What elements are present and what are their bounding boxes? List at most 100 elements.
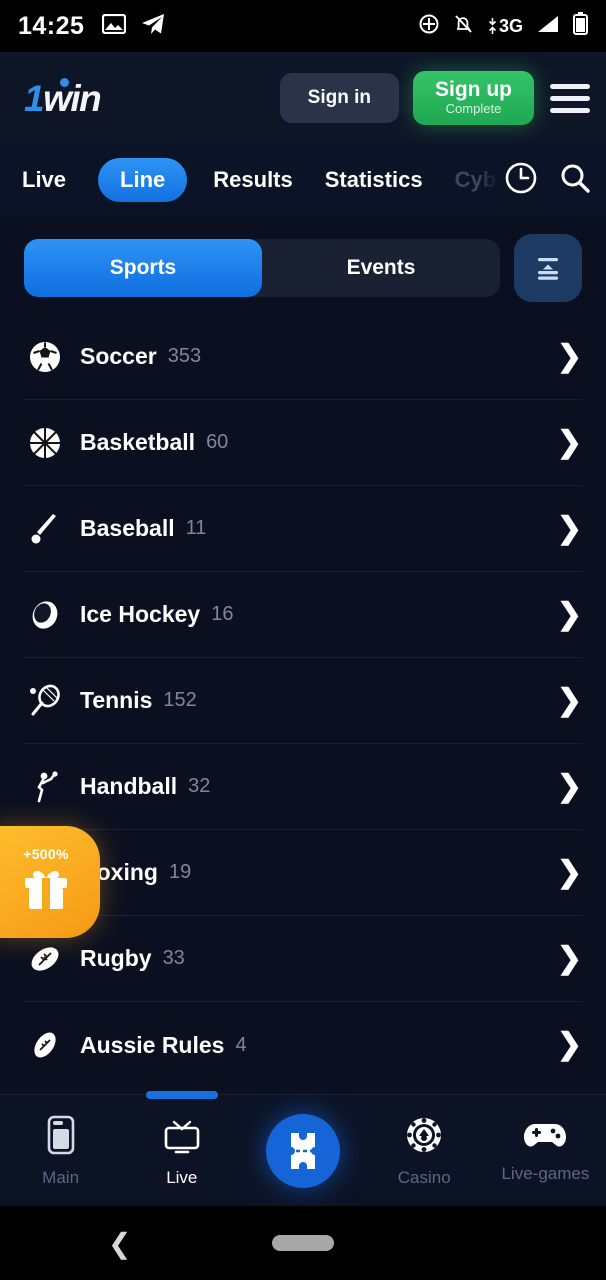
sport-count: 11 (185, 517, 207, 539)
sport-name: Tennis (80, 687, 153, 713)
gift-box-icon (19, 864, 73, 919)
chevron-right-icon[interactable]: ❯ (557, 943, 582, 974)
sign-up-button[interactable]: Sign up Complete (413, 70, 534, 126)
sports-events-segment: Sports Events (24, 239, 500, 297)
network-type-label: 3G (498, 15, 523, 36)
tab-line[interactable]: Line (98, 158, 188, 202)
bottom-navigation: Main Live Casino Live-games (0, 1091, 606, 1206)
hamburger-menu-icon[interactable] (550, 83, 590, 113)
status-bar: 14:25 3G (0, 0, 606, 52)
chevron-right-icon[interactable]: ❯ (557, 427, 582, 458)
status-bar-clock: 14:25 (18, 11, 85, 40)
sport-name: Basketball (80, 429, 196, 455)
image-icon (102, 13, 127, 39)
android-system-nav: ❮ (0, 1206, 606, 1280)
app-header: 1 win Sign in Sign up Complete (0, 52, 606, 144)
sport-count: 4 (235, 1033, 247, 1056)
bottom-nav-label: Live-games (501, 1163, 590, 1183)
sport-row-handball[interactable]: Handball 32 ❯ (24, 744, 582, 830)
chevron-right-icon[interactable]: ❯ (557, 1030, 582, 1060)
bottom-nav-label: Main (42, 1167, 80, 1187)
hamburger-line (550, 83, 590, 89)
tv-icon (160, 1114, 204, 1161)
bonus-promo-button[interactable]: +500% (0, 826, 100, 938)
location-target-icon (418, 13, 440, 40)
sport-name: Soccer (80, 343, 157, 369)
chevron-right-icon[interactable]: ❯ (557, 513, 582, 544)
sports-list: Soccer 353 ❯ Basketball 60 ❯ Baseball 11… (0, 314, 606, 1088)
sport-row-rugby[interactable]: Rugby 33 ❯ (24, 916, 582, 1002)
sport-count: 19 (168, 861, 192, 883)
rugby-ball-icon (24, 938, 66, 980)
sport-count: 152 (163, 689, 197, 711)
sport-count: 32 (188, 775, 211, 797)
sport-name: Aussie Rules (80, 1031, 225, 1058)
sport-name: Rugby (80, 945, 152, 971)
handball-player-icon (24, 766, 66, 808)
aussie-rules-ball-icon (24, 1024, 66, 1066)
soccer-ball-icon (24, 336, 66, 378)
chevron-right-icon[interactable]: ❯ (557, 341, 582, 372)
poker-chip-icon (403, 1114, 445, 1161)
sport-row-boxing[interactable]: Boxing 19 ❯ (24, 830, 582, 916)
bottom-nav-live-games[interactable]: Live-games (485, 1118, 606, 1184)
brand-logo[interactable]: 1 win (16, 77, 102, 119)
chevron-right-icon[interactable]: ❯ (557, 771, 582, 802)
sport-name: Handball (80, 773, 178, 799)
tab-statistics[interactable]: Statistics (325, 167, 423, 193)
clock-icon[interactable] (504, 161, 538, 200)
logo-win: win (43, 77, 102, 119)
gamepad-icon (522, 1118, 568, 1157)
network-type-indicator: 3G (487, 16, 523, 37)
sport-name: Ice Hockey (80, 601, 201, 627)
hamburger-line (550, 95, 590, 101)
sport-name: Baseball (80, 515, 175, 541)
back-chevron-icon[interactable]: ❮ (108, 1227, 131, 1260)
app-screen: 14:25 3G 1 win Sign in Sign up Complete … (0, 0, 606, 1280)
logo-one: 1 (24, 77, 45, 119)
signal-bars-icon (536, 14, 560, 39)
sport-row-baseball[interactable]: Baseball 11 ❯ (24, 486, 582, 572)
sport-row-basketball[interactable]: Basketball 60 ❯ (24, 400, 582, 486)
bottom-nav-main[interactable]: Main (0, 1114, 121, 1188)
tab-live[interactable]: Live (22, 167, 66, 193)
notifications-muted-icon (453, 13, 474, 40)
hamburger-line (550, 107, 590, 113)
sport-count: 60 (206, 431, 229, 453)
status-bar-right-icons: 3G (418, 12, 588, 40)
chevron-right-icon[interactable]: ❯ (557, 599, 582, 630)
sport-row-aussie-rules[interactable]: Aussie Rules 4 ❯ (24, 1002, 582, 1088)
sport-count: 33 (162, 947, 185, 969)
primary-nav-tabs: Live Line Results Statistics Cyb (0, 144, 606, 216)
betslip-button[interactable] (242, 1113, 363, 1188)
segment-events[interactable]: Events (262, 239, 500, 297)
betslip-ticket-icon (266, 1113, 340, 1188)
sport-row-tennis[interactable]: Tennis 152 ❯ (24, 658, 582, 744)
basketball-icon (24, 422, 66, 464)
battery-icon (573, 12, 588, 40)
chevron-right-icon[interactable]: ❯ (557, 685, 582, 716)
telegram-send-icon (140, 12, 166, 41)
main-phone-icon (42, 1114, 80, 1161)
sport-count: 353 (167, 345, 202, 367)
bottom-nav-casino[interactable]: Casino (364, 1114, 485, 1188)
sport-row-ice-hockey[interactable]: Ice Hockey 16 ❯ (24, 572, 582, 658)
nav-actions (478, 144, 592, 216)
bottom-nav-live[interactable]: Live (121, 1114, 242, 1188)
hockey-puck-icon (24, 594, 66, 636)
status-bar-left-icons (102, 12, 166, 41)
baseball-bat-icon (24, 508, 66, 550)
tab-results[interactable]: Results (213, 167, 292, 193)
active-tab-indicator (146, 1091, 218, 1099)
home-pill-icon[interactable] (272, 1235, 334, 1251)
sort-filter-icon[interactable] (514, 234, 582, 302)
chevron-right-icon[interactable]: ❯ (557, 857, 582, 888)
bottom-nav-label: Live (166, 1167, 198, 1187)
sign-in-button[interactable]: Sign in (279, 73, 399, 123)
search-icon[interactable] (558, 161, 592, 200)
tennis-racket-icon (24, 680, 66, 722)
segment-sports[interactable]: Sports (24, 239, 262, 297)
sport-row-soccer[interactable]: Soccer 353 ❯ (24, 314, 582, 400)
sport-count: 16 (211, 603, 234, 625)
bonus-percent-label: +500% (23, 845, 69, 862)
